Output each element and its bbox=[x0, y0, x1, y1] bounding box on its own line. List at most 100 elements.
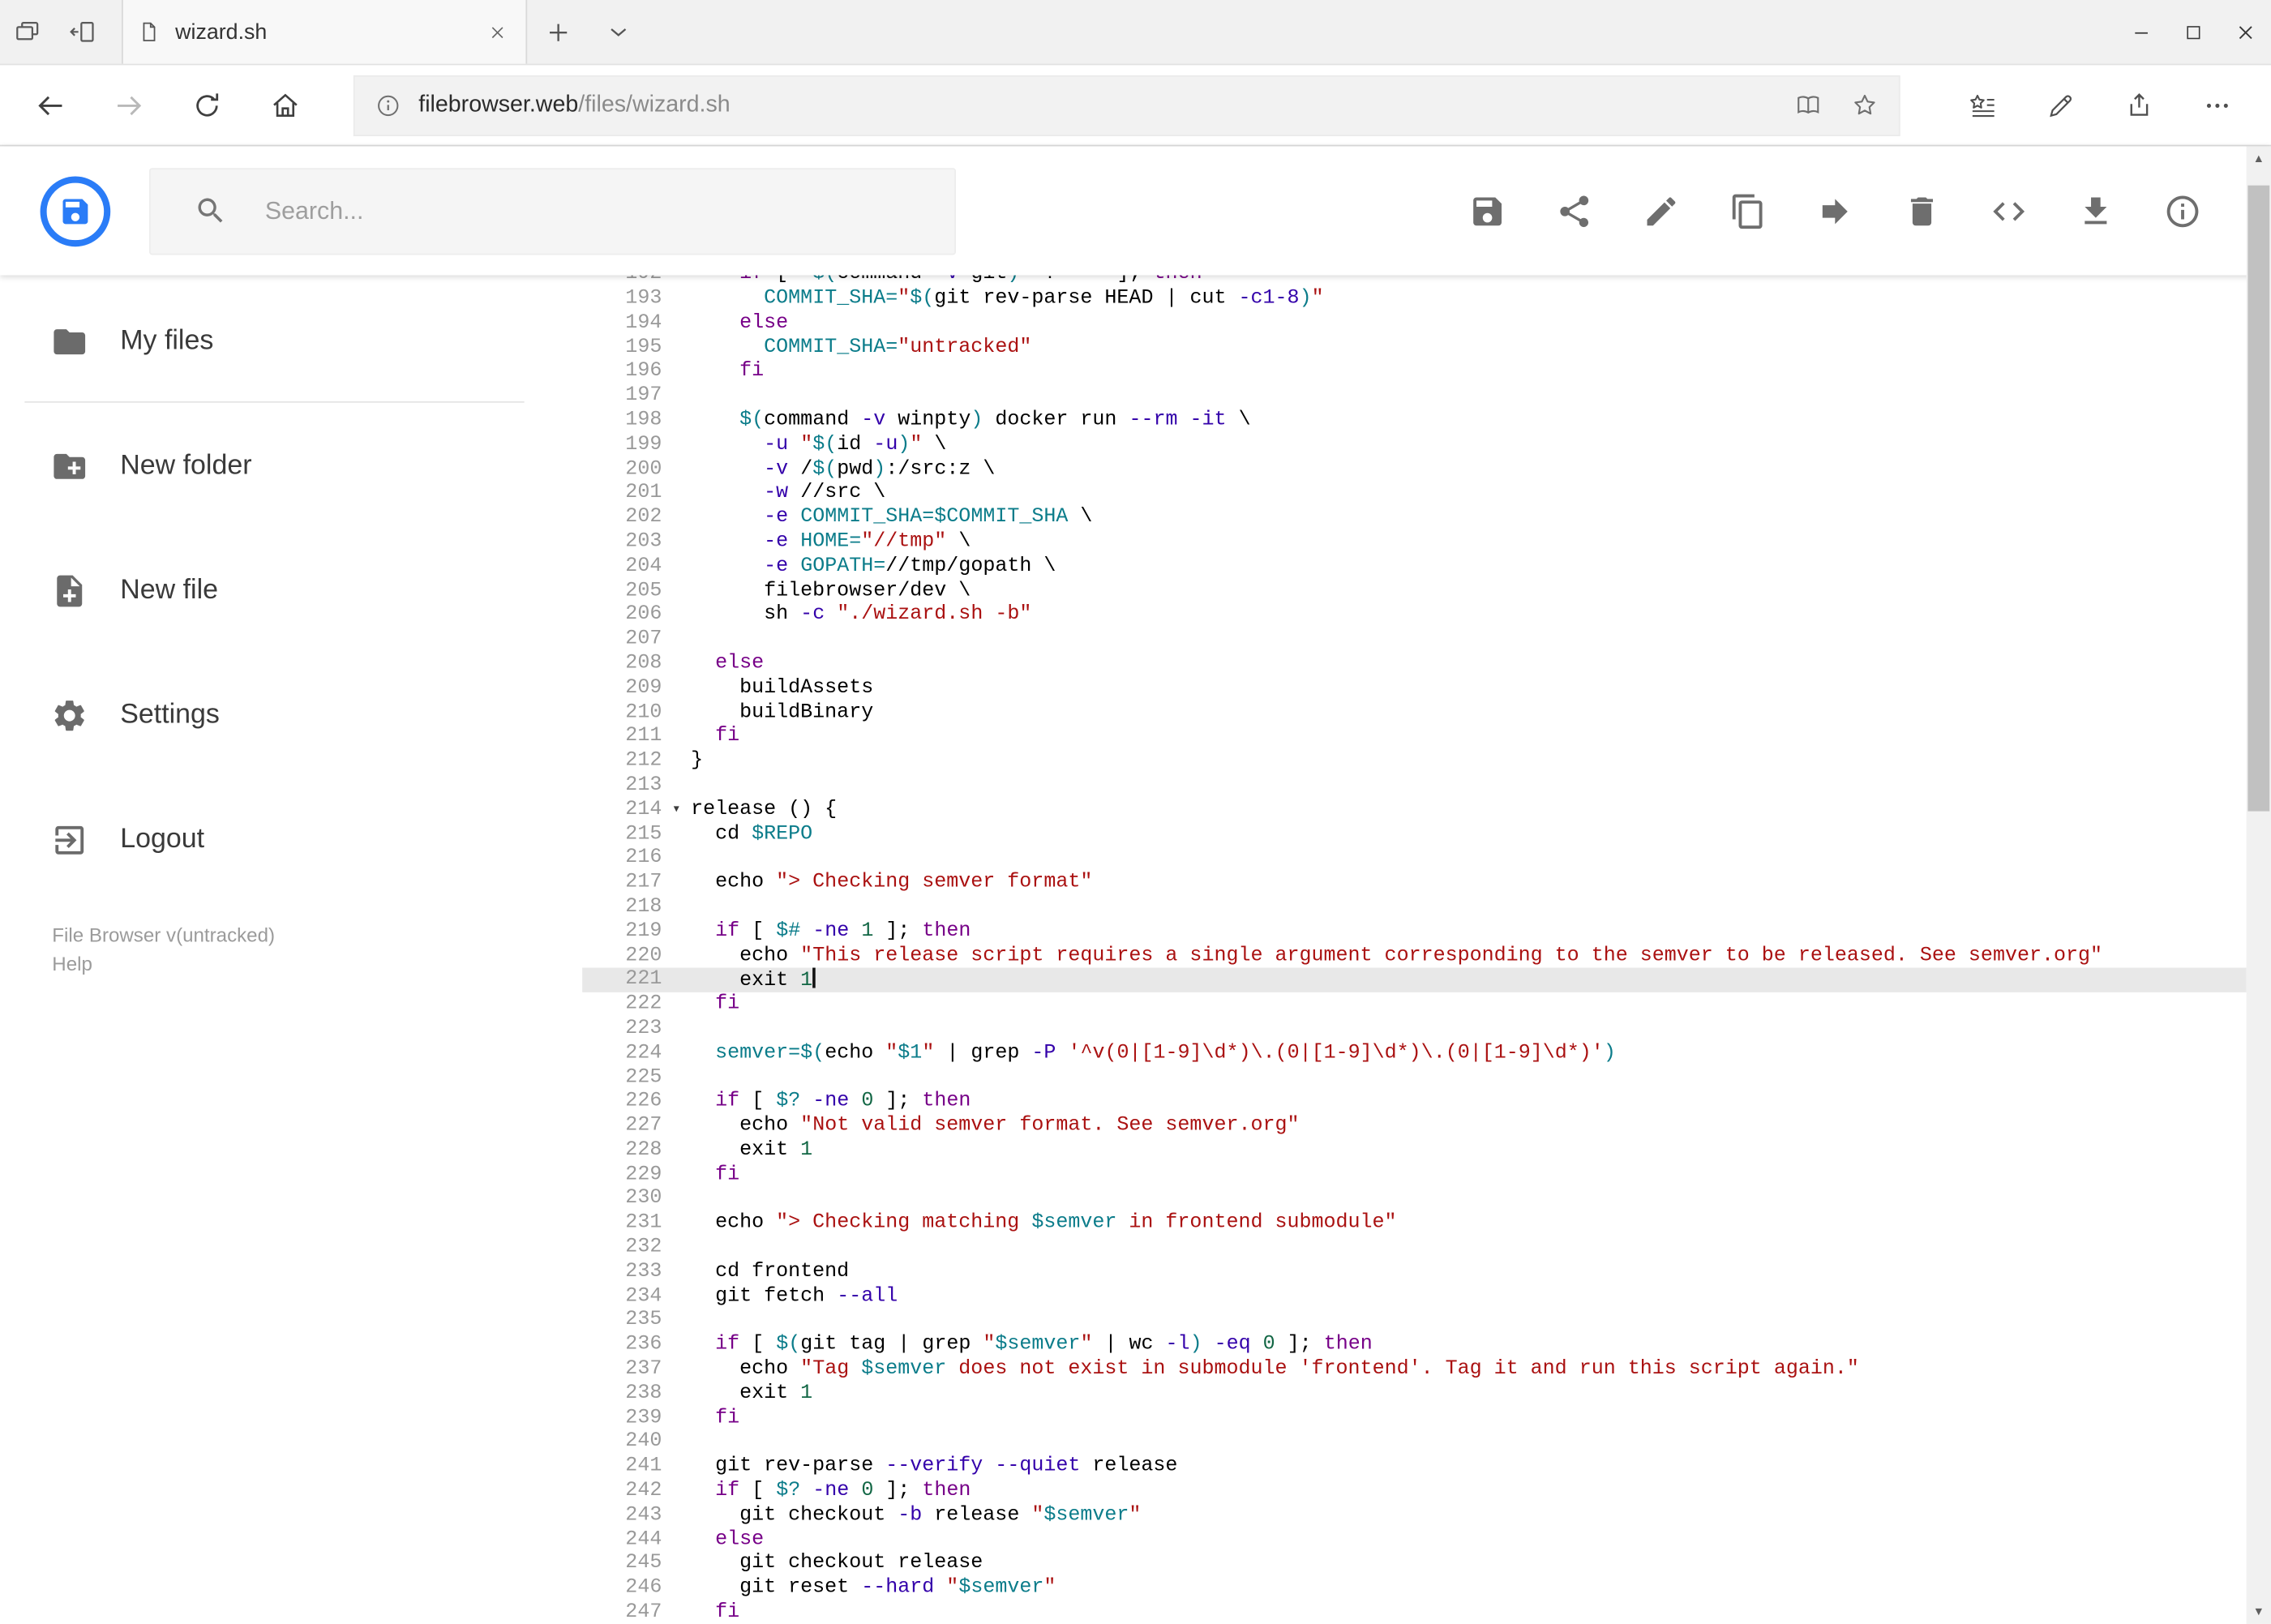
site-info-icon[interactable] bbox=[375, 92, 401, 118]
code-line-235[interactable]: 235 bbox=[582, 1309, 2247, 1333]
sidebar-item-settings[interactable]: Settings bbox=[0, 672, 582, 759]
code-line-214[interactable]: 214 ▾ release () { bbox=[582, 798, 2247, 822]
code-line-244[interactable]: 244 else bbox=[582, 1528, 2247, 1552]
code-line-193[interactable]: 193 COMMIT_SHA="$(git rev-parse HEAD | c… bbox=[582, 287, 2247, 311]
code-line-213[interactable]: 213 bbox=[582, 773, 2247, 798]
code-line-197[interactable]: 197 bbox=[582, 384, 2247, 409]
minimize-button[interactable] bbox=[2115, 0, 2166, 64]
maximize-button[interactable] bbox=[2166, 0, 2218, 64]
save-button[interactable] bbox=[1463, 186, 1512, 236]
code-line-192[interactable]: 192 if [ "$(command -v git)" != "" ]; th… bbox=[582, 275, 2247, 286]
move-button[interactable] bbox=[1810, 186, 1860, 236]
search-bar[interactable] bbox=[148, 167, 956, 255]
tab-close-icon[interactable] bbox=[484, 18, 512, 45]
sidebar-item-my-files[interactable]: My files bbox=[0, 298, 582, 385]
code-line-206[interactable]: 206 sh -c "./wizard.sh -b" bbox=[582, 603, 2247, 628]
code-line-208[interactable]: 208 else bbox=[582, 652, 2247, 676]
more-options-icon[interactable] bbox=[2179, 71, 2256, 138]
scroll-up-arrow-icon[interactable]: ▲ bbox=[2247, 146, 2271, 170]
code-line-217[interactable]: 217 echo "> Checking semver format" bbox=[582, 871, 2247, 895]
home-button[interactable] bbox=[246, 71, 324, 138]
copy-button[interactable] bbox=[1724, 186, 1773, 236]
sidebar-item-new-file[interactable]: New file bbox=[0, 547, 582, 634]
code-line-202[interactable]: 202 -e COMMIT_SHA=$COMMIT_SHA \ bbox=[582, 506, 2247, 530]
code-line-236[interactable]: 236 if [ $(git tag | grep "$semver" | wc… bbox=[582, 1333, 2247, 1357]
code-line-219[interactable]: 219 if [ $# -ne 1 ]; then bbox=[582, 919, 2247, 944]
address-bar[interactable]: filebrowser.web/files/wizard.sh bbox=[353, 75, 1900, 136]
help-link[interactable]: Help bbox=[52, 950, 582, 979]
scrollbar-thumb[interactable] bbox=[2247, 185, 2270, 812]
share-page-icon[interactable] bbox=[2100, 71, 2178, 138]
code-line-223[interactable]: 223 bbox=[582, 1017, 2247, 1041]
code-line-210[interactable]: 210 buildBinary bbox=[582, 701, 2247, 725]
code-line-207[interactable]: 207 bbox=[582, 628, 2247, 652]
code-line-224[interactable]: 224 semver=$(echo "$1" | grep -P '^v(0|[… bbox=[582, 1041, 2247, 1065]
new-tab-button[interactable] bbox=[527, 0, 588, 64]
info-button[interactable] bbox=[2158, 186, 2208, 236]
code-line-199[interactable]: 199 -u "$(id -u)" \ bbox=[582, 433, 2247, 457]
code-line-201[interactable]: 201 -w //src \ bbox=[582, 482, 2247, 506]
code-line-247[interactable]: 247 fi bbox=[582, 1600, 2247, 1624]
code-line-238[interactable]: 238 exit 1 bbox=[582, 1382, 2247, 1406]
favorites-hub-icon[interactable] bbox=[1943, 71, 2021, 138]
delete-button[interactable] bbox=[1897, 186, 1947, 236]
code-line-231[interactable]: 231 echo "> Checking matching $semver in… bbox=[582, 1211, 2247, 1236]
code-line-220[interactable]: 220 echo "This release script requires a… bbox=[582, 944, 2247, 968]
download-button[interactable] bbox=[2071, 186, 2120, 236]
code-line-198[interactable]: 198 $(command -v winpty) docker run --rm… bbox=[582, 409, 2247, 433]
code-line-234[interactable]: 234 git fetch --all bbox=[582, 1284, 2247, 1309]
code-line-204[interactable]: 204 -e GOPATH=//tmp/gopath \ bbox=[582, 555, 2247, 579]
code-line-221[interactable]: 221 exit 1 bbox=[582, 968, 2247, 992]
code-line-222[interactable]: 222 fi bbox=[582, 992, 2247, 1017]
code-line-226[interactable]: 226 if [ $? -ne 0 ]; then bbox=[582, 1090, 2247, 1114]
code-line-209[interactable]: 209 buildAssets bbox=[582, 676, 2247, 701]
tab-preview-chevron-icon[interactable] bbox=[588, 0, 649, 64]
code-line-227[interactable]: 227 echo "Not valid semver format. See s… bbox=[582, 1114, 2247, 1138]
refresh-button[interactable] bbox=[168, 71, 246, 138]
code-line-240[interactable]: 240 bbox=[582, 1430, 2247, 1455]
browser-tab[interactable]: wizard.sh bbox=[122, 0, 528, 64]
code-line-195[interactable]: 195 COMMIT_SHA="untracked" bbox=[582, 336, 2247, 360]
code-line-239[interactable]: 239 fi bbox=[582, 1406, 2247, 1430]
back-button[interactable] bbox=[11, 71, 89, 138]
code-line-211[interactable]: 211 fi bbox=[582, 725, 2247, 749]
code-line-203[interactable]: 203 -e HOME="//tmp" \ bbox=[582, 530, 2247, 555]
code-line-237[interactable]: 237 echo "Tag $semver does not exist in … bbox=[582, 1357, 2247, 1382]
filebrowser-logo[interactable] bbox=[39, 174, 111, 246]
code-line-229[interactable]: 229 fi bbox=[582, 1163, 2247, 1187]
code-editor[interactable]: 192 if [ "$(command -v git)" != "" ]; th… bbox=[582, 275, 2247, 1624]
forward-button[interactable] bbox=[90, 71, 168, 138]
set-tabs-aside-icon[interactable] bbox=[55, 0, 110, 64]
scroll-down-arrow-icon[interactable]: ▼ bbox=[2247, 1600, 2271, 1624]
code-line-228[interactable]: 228 exit 1 bbox=[582, 1138, 2247, 1163]
code-line-225[interactable]: 225 bbox=[582, 1065, 2247, 1090]
code-line-245[interactable]: 245 git checkout release bbox=[582, 1552, 2247, 1576]
code-line-241[interactable]: 241 git rev-parse --verify --quiet relea… bbox=[582, 1455, 2247, 1479]
code-line-243[interactable]: 243 git checkout -b release "$semver" bbox=[582, 1503, 2247, 1528]
page-scrollbar[interactable]: ▲ ▼ bbox=[2246, 146, 2271, 1624]
tabs-preview-icon[interactable] bbox=[0, 0, 55, 64]
code-line-194[interactable]: 194 else bbox=[582, 311, 2247, 336]
code-line-232[interactable]: 232 bbox=[582, 1236, 2247, 1260]
sidebar-item-new-folder[interactable]: New folder bbox=[0, 423, 582, 510]
code-line-215[interactable]: 215 cd $REPO bbox=[582, 822, 2247, 846]
reading-view-icon[interactable] bbox=[1794, 92, 1822, 119]
code-line-242[interactable]: 242 if [ $? -ne 0 ]; then bbox=[582, 1479, 2247, 1503]
search-input[interactable] bbox=[264, 196, 926, 225]
code-line-205[interactable]: 205 filebrowser/dev \ bbox=[582, 579, 2247, 603]
favorite-star-icon[interactable] bbox=[1851, 92, 1879, 119]
share-button[interactable] bbox=[1549, 186, 1599, 236]
edit-button[interactable] bbox=[1637, 186, 1686, 236]
code-line-218[interactable]: 218 bbox=[582, 895, 2247, 919]
close-button[interactable] bbox=[2219, 0, 2271, 64]
code-line-216[interactable]: 216 bbox=[582, 846, 2247, 871]
code-line-230[interactable]: 230 bbox=[582, 1187, 2247, 1211]
web-note-icon[interactable] bbox=[2022, 71, 2100, 138]
code-line-233[interactable]: 233 cd frontend bbox=[582, 1260, 2247, 1284]
code-line-196[interactable]: 196 fi bbox=[582, 360, 2247, 384]
fold-arrow-icon[interactable]: ▾ bbox=[662, 798, 691, 822]
code-line-200[interactable]: 200 -v /$(pwd):/src:z \ bbox=[582, 457, 2247, 482]
code-line-246[interactable]: 246 git reset --hard "$semver" bbox=[582, 1576, 2247, 1600]
code-line-212[interactable]: 212} bbox=[582, 749, 2247, 773]
sidebar-item-logout[interactable]: Logout bbox=[0, 797, 582, 884]
